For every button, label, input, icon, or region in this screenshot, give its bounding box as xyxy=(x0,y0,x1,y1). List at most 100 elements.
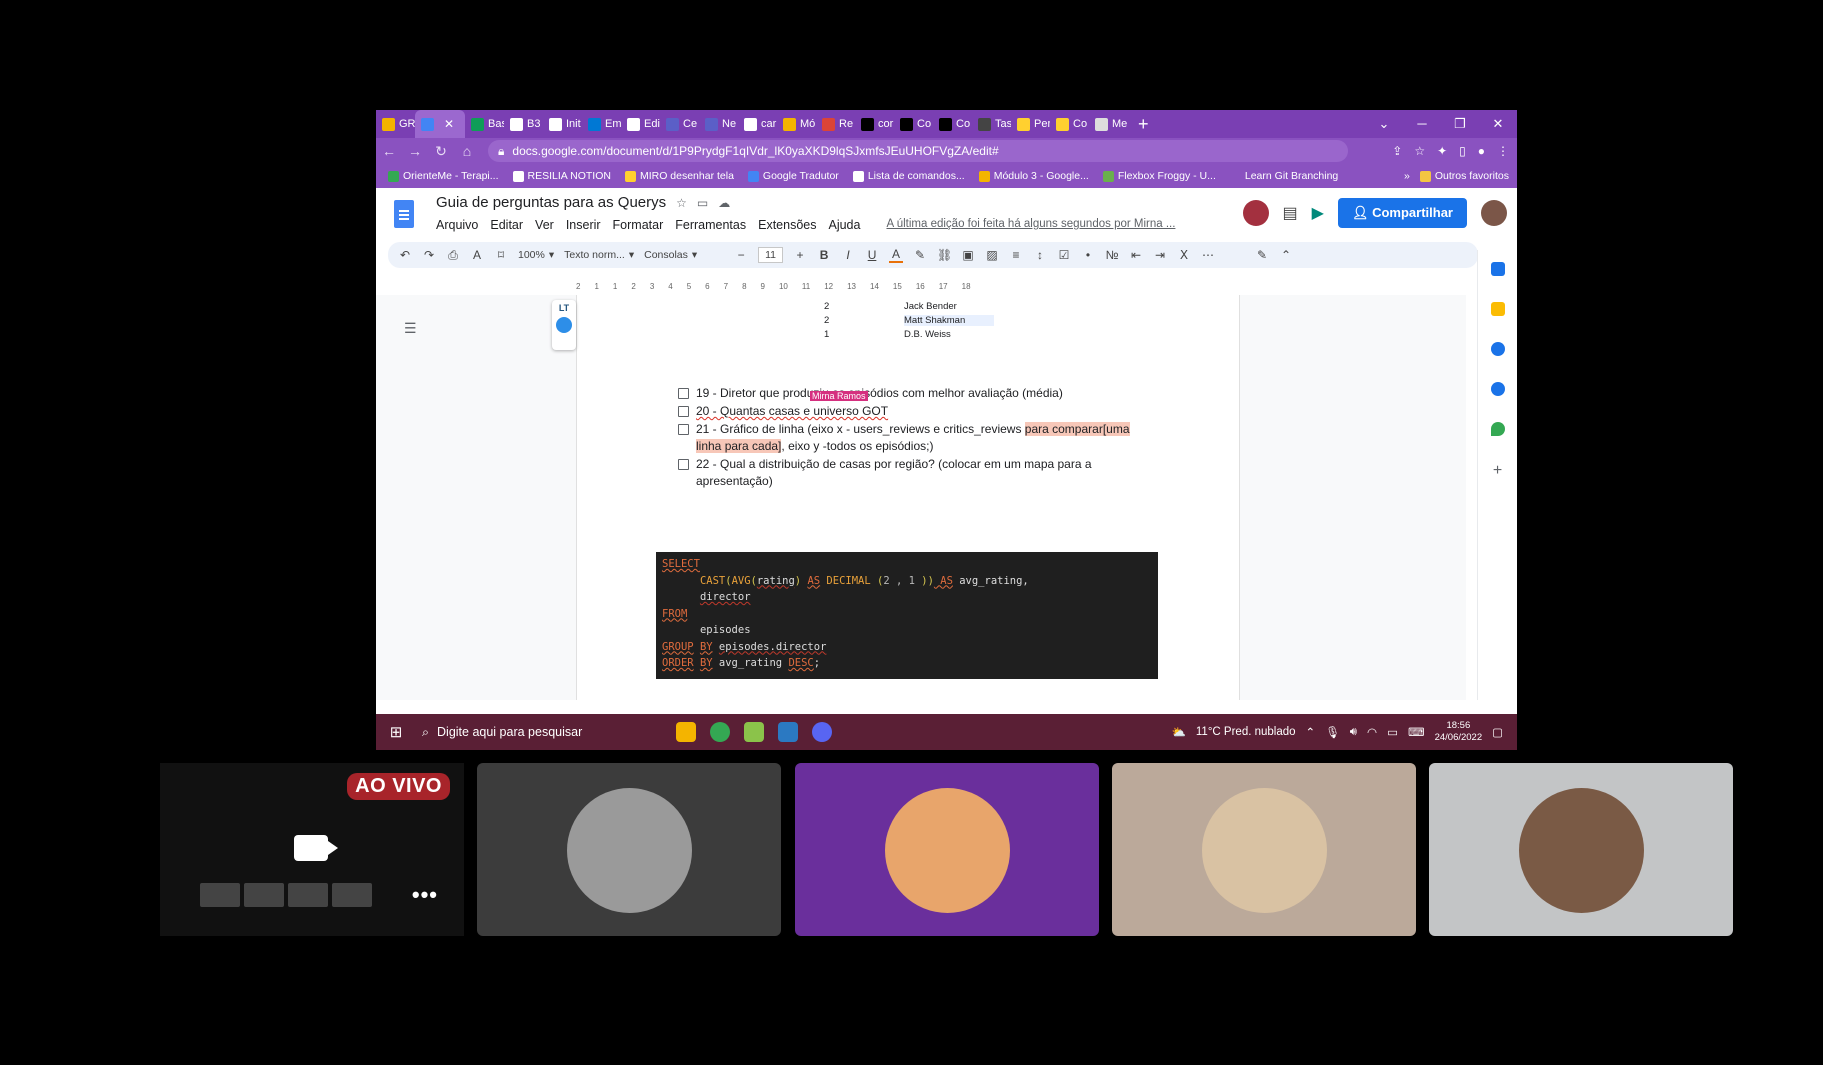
minimize-button[interactable]: ─ xyxy=(1403,116,1441,132)
spellcheck-icon[interactable]: A xyxy=(470,248,484,262)
participant-tile[interactable] xyxy=(795,763,1099,936)
task-checkbox[interactable] xyxy=(678,388,689,399)
user-avatar[interactable] xyxy=(1481,200,1507,226)
task-checkbox[interactable] xyxy=(678,459,689,470)
redo-icon[interactable]: ↷ xyxy=(422,248,436,262)
collaborator-avatar[interactable] xyxy=(1242,200,1269,226)
menu-item[interactable]: Arquivo xyxy=(436,218,478,232)
windows-start-icon[interactable]: ⊞ xyxy=(376,723,416,741)
more-options-icon[interactable]: ••• xyxy=(412,882,438,908)
browser-tab[interactable]: GR xyxy=(376,110,415,138)
bulleted-list-icon[interactable]: • xyxy=(1081,248,1095,262)
browser-tab[interactable]: Edi xyxy=(621,110,660,138)
forward-icon[interactable]: → xyxy=(402,143,428,159)
font-size-input[interactable]: 11 xyxy=(758,247,784,263)
menu-item[interactable]: Inserir xyxy=(566,218,601,232)
image-icon[interactable]: ▨ xyxy=(985,248,999,262)
task-view-icon[interactable] xyxy=(676,722,696,742)
task-checkbox[interactable] xyxy=(678,424,689,435)
participant-tile[interactable] xyxy=(477,763,781,936)
bookmark-item[interactable]: Flexbox Froggy - U... xyxy=(1102,170,1216,182)
browser-menu-icon[interactable]: ⋮ xyxy=(1497,144,1509,158)
browser-tab[interactable]: Co xyxy=(933,110,972,138)
other-favorites[interactable]: Outros favoritos xyxy=(1419,170,1509,182)
menu-item[interactable]: Ferramentas xyxy=(675,218,746,232)
undo-icon[interactable]: ↶ xyxy=(398,248,412,262)
browser-tab[interactable]: Em xyxy=(582,110,621,138)
weather-text[interactable]: 11°C Pred. nublado xyxy=(1196,726,1296,738)
more-icon[interactable]: ⋯ xyxy=(1201,248,1215,262)
notifications-icon[interactable]: ▢ xyxy=(1492,725,1503,739)
task-checkbox[interactable] xyxy=(678,406,689,417)
browser-tab[interactable]: Per xyxy=(1011,110,1050,138)
comments-icon[interactable]: ▤ xyxy=(1283,203,1298,223)
languagetool-widget[interactable]: LT xyxy=(552,300,576,350)
bookmark-item[interactable]: Google Tradutor xyxy=(747,170,839,182)
text-color-icon[interactable]: A xyxy=(889,247,904,263)
browser-tab[interactable]: Tas xyxy=(972,110,1011,138)
browser-tab[interactable]: Re xyxy=(816,110,855,138)
extensions-icon[interactable]: ✦ xyxy=(1437,144,1447,158)
bookmark-item[interactable]: RESILIA NOTION xyxy=(512,170,611,182)
font-select[interactable]: Consolas ▾ xyxy=(644,249,724,261)
last-edit-link[interactable]: A última edição foi feita há alguns segu… xyxy=(886,218,1175,232)
increase-size-icon[interactable]: + xyxy=(793,248,807,262)
taskbar-search[interactable]: ⌕ Digite aqui para pesquisar xyxy=(416,725,636,740)
italic-icon[interactable]: I xyxy=(841,248,855,262)
keep-icon[interactable] xyxy=(1490,302,1505,316)
meet-icon[interactable]: ▶ xyxy=(1312,203,1324,223)
doc-title[interactable]: Guia de perguntas para as Querys xyxy=(436,194,666,211)
line-spacing-icon[interactable]: ↕ xyxy=(1033,248,1047,262)
participant-tile[interactable] xyxy=(1112,763,1416,936)
ruler[interactable]: 2 1 1 2 3 4 5 6 7 8 9 10 11 12 13 14 15 16 17 18 xyxy=(576,282,1156,292)
reload-icon[interactable]: ↻ xyxy=(428,143,454,160)
share-button[interactable]: 👤︎ Compartilhar xyxy=(1337,198,1467,228)
new-tab-button[interactable]: + xyxy=(1138,114,1158,135)
menu-item[interactable]: Extensões xyxy=(758,218,816,232)
home-icon[interactable]: ⌂ xyxy=(454,143,480,159)
menu-item[interactable]: Formatar xyxy=(613,218,664,232)
decrease-size-icon[interactable]: − xyxy=(734,248,748,262)
browser-tab[interactable]: Me xyxy=(1089,110,1128,138)
numbered-list-icon[interactable]: № xyxy=(1105,248,1119,262)
close-tab-icon[interactable]: ✕ xyxy=(444,117,454,131)
browser-tab[interactable]: cor xyxy=(855,110,894,138)
star-icon[interactable]: ☆ xyxy=(676,196,687,210)
keyboard-icon[interactable]: ⌨ xyxy=(1408,725,1425,739)
profile-avatar[interactable]: ● xyxy=(1478,144,1485,158)
comment-icon[interactable]: ▣ xyxy=(961,248,975,262)
bookmark-item[interactable]: Learn Git Branching xyxy=(1229,170,1338,182)
vscode-icon[interactable] xyxy=(778,722,798,742)
bookmarks-more-icon[interactable]: » xyxy=(1404,170,1410,182)
menu-item[interactable]: Editar xyxy=(490,218,523,232)
bold-icon[interactable]: B xyxy=(817,248,831,262)
print-icon[interactable]: ⎙ xyxy=(446,248,460,263)
volume-icon[interactable]: 🔊︎ xyxy=(1350,726,1357,739)
star-icon[interactable]: ☆ xyxy=(1414,144,1425,158)
underline-icon[interactable]: U xyxy=(865,248,879,262)
decrease-indent-icon[interactable]: ⇤ xyxy=(1129,248,1143,262)
collapse-icon[interactable]: ⌃ xyxy=(1279,248,1293,262)
calendar-icon[interactable] xyxy=(1490,262,1505,276)
maximize-button[interactable]: ❐ xyxy=(1441,116,1479,132)
paint-format-icon[interactable]: ⌑ xyxy=(494,248,508,262)
browser-tab[interactable]: Ne xyxy=(699,110,738,138)
discord-icon[interactable] xyxy=(812,722,832,742)
align-icon[interactable]: ≡ xyxy=(1009,248,1023,262)
menu-item[interactable]: Ver xyxy=(535,218,554,232)
chrome-icon[interactable] xyxy=(710,722,730,742)
bookmark-item[interactable]: Lista de comandos... xyxy=(852,170,965,182)
browser-tab[interactable]: Init xyxy=(543,110,582,138)
sidebar-icon[interactable]: ▯ xyxy=(1459,144,1466,158)
browser-tab[interactable]: car xyxy=(738,110,777,138)
contacts-icon[interactable] xyxy=(1490,382,1505,396)
menu-item[interactable]: Ajuda xyxy=(828,218,860,232)
battery-icon[interactable]: ▭ xyxy=(1387,725,1398,739)
browser-tab[interactable]: Co xyxy=(1050,110,1089,138)
highlight-icon[interactable]: ✎ xyxy=(913,248,927,262)
outline-icon[interactable]: ☰ xyxy=(404,320,417,337)
share-page-icon[interactable]: ⇪ xyxy=(1392,144,1402,158)
bookmark-item[interactable]: MIRO desenhar tela xyxy=(624,170,734,182)
clear-format-icon[interactable]: Ⅹ xyxy=(1177,248,1191,262)
app-icon[interactable] xyxy=(744,722,764,742)
